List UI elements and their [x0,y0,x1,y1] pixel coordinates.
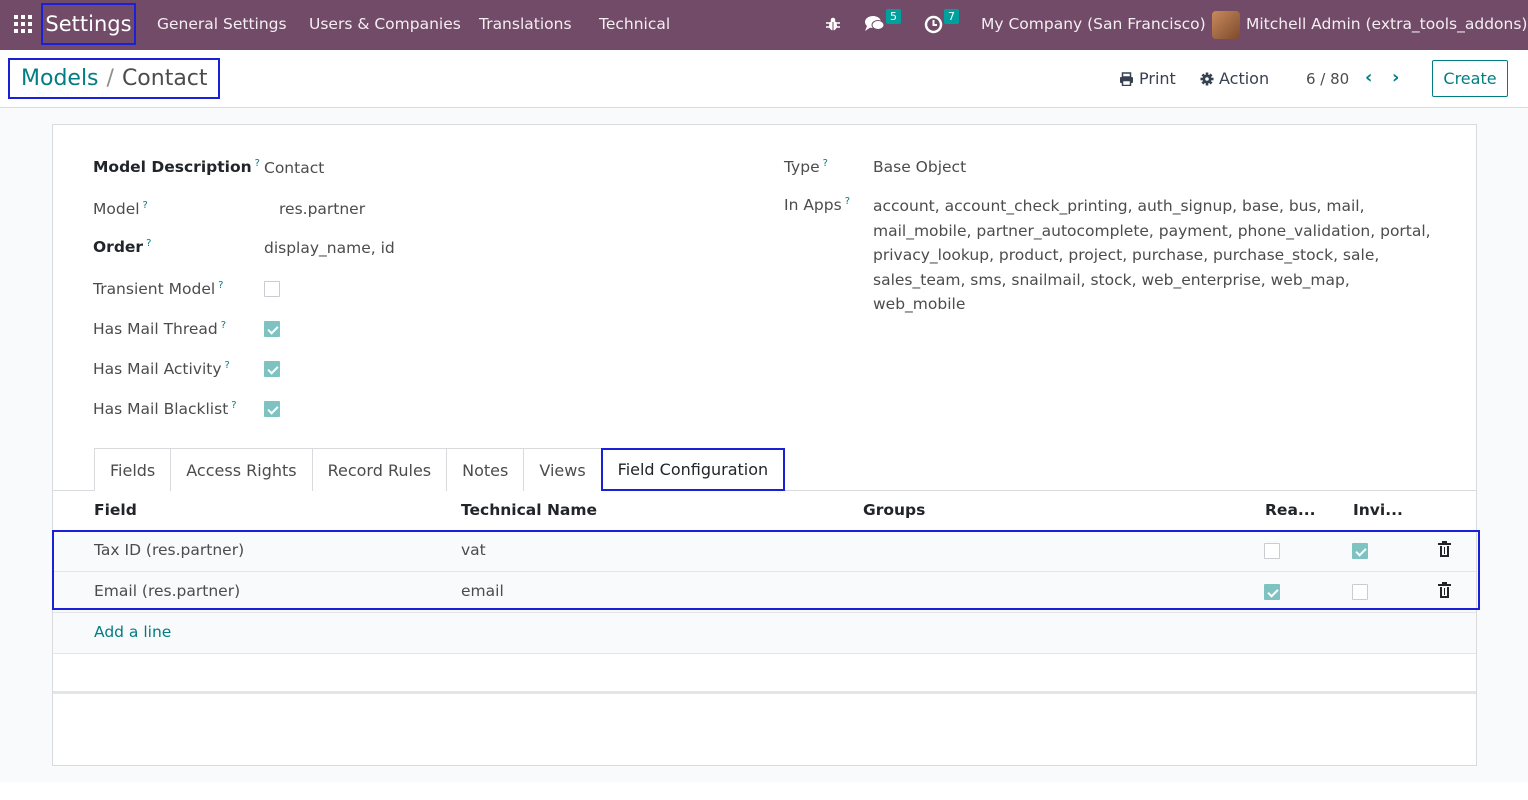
table-empty-row [53,654,1476,694]
company-switcher[interactable]: My Company (San Francisco) [981,15,1206,33]
pager-next-icon[interactable]: › [1392,67,1399,88]
action-label: Action [1219,69,1270,88]
action-button[interactable]: Action [1200,69,1269,88]
help-tooltip-icon[interactable]: ? [218,280,223,291]
help-tooltip-icon[interactable]: ? [823,158,828,169]
column-header-readonly[interactable]: Rea... [1265,501,1316,519]
menu-users-companies[interactable]: Users & Companies [309,15,461,33]
menu-translations[interactable]: Translations [479,15,572,33]
user-menu[interactable]: Mitchell Admin (extra_tools_addons) [1246,15,1527,33]
field-cell[interactable]: Email (res.partner) [94,582,240,600]
model-description-label: Model Description? [93,158,260,177]
tab-notes[interactable]: Notes [446,448,525,491]
field-cell[interactable]: Tax ID (res.partner) [94,541,244,559]
technical-name-cell[interactable]: vat [461,541,486,559]
has-mail-blacklist-checkbox[interactable] [264,401,280,417]
readonly-checkbox[interactable] [1264,584,1280,600]
tab-views[interactable]: Views [523,448,602,491]
transient-model-checkbox[interactable] [264,281,280,297]
gear-icon [1200,72,1214,85]
column-header-invisible[interactable]: Invi... [1353,501,1403,519]
help-tooltip-icon[interactable]: ? [221,320,226,331]
has-mail-activity-label: Has Mail Activity? [93,360,230,379]
type-value: Base Object [873,158,967,176]
breadcrumb-separator: / [106,66,114,91]
column-header-groups[interactable]: Groups [863,501,925,519]
has-mail-blacklist-label: Has Mail Blacklist? [93,400,237,419]
print-button[interactable]: Print [1119,69,1176,88]
table-row[interactable]: Tax ID (res.partner) vat [53,531,1476,572]
debug-bug-icon[interactable] [825,16,841,32]
help-tooltip-icon[interactable]: ? [146,238,151,249]
has-mail-activity-checkbox[interactable] [264,361,280,377]
messages-count-badge: 5 [886,9,901,24]
model-value: res.partner [279,200,366,218]
apps-menu-icon[interactable] [14,15,32,33]
create-button[interactable]: Create [1432,60,1508,97]
pager-previous-icon[interactable]: ‹ [1365,67,1372,88]
print-icon [1120,71,1133,86]
table-header: Field Technical Name Groups Rea... Invi.… [53,491,1476,531]
in-apps-label: In Apps? [784,196,850,215]
add-a-line-link[interactable]: Add a line [94,623,171,641]
control-panel: Models / Contact Print Action 6 / 80 ‹ ›… [0,50,1528,108]
tab-field-configuration[interactable]: Field Configuration [600,448,786,491]
column-header-field[interactable]: Field [94,501,137,519]
pager-value[interactable]: 6 / 80 [1306,70,1349,88]
has-mail-thread-label: Has Mail Thread? [93,320,227,339]
top-navbar: Settings General Settings Users & Compan… [0,0,1528,50]
delete-row-trash-icon[interactable] [1438,582,1451,598]
table-row[interactable]: Email (res.partner) email [53,572,1476,613]
model-label: Model? [93,200,148,219]
help-tooltip-icon[interactable]: ? [255,158,260,169]
technical-name-cell[interactable]: email [461,582,504,600]
help-tooltip-icon[interactable]: ? [845,196,850,207]
invisible-checkbox[interactable] [1352,584,1368,600]
menu-technical[interactable]: Technical [599,15,670,33]
breadcrumb: Models / Contact [8,58,220,99]
add-line-row: Add a line [53,613,1476,654]
tab-fields[interactable]: Fields [94,448,172,491]
help-tooltip-icon[interactable]: ? [225,360,230,371]
column-header-technical-name[interactable]: Technical Name [461,501,597,519]
type-label: Type? [784,158,828,177]
breadcrumb-models-link[interactable]: Models [21,66,99,91]
order-label: Order? [93,238,152,257]
order-value[interactable]: display_name, id [264,239,395,257]
breadcrumb-current: Contact [121,66,208,91]
app-brand[interactable]: Settings [41,3,136,45]
in-apps-value: account, account_check_printing, auth_si… [873,197,1431,313]
form-sheet: Model Description? Contact Model? res.pa… [52,124,1480,766]
activities-clock-icon[interactable] [924,15,943,34]
print-label: Print [1139,69,1176,88]
activities-count-badge: 7 [944,9,959,24]
invisible-checkbox[interactable] [1352,543,1368,559]
help-tooltip-icon[interactable]: ? [143,200,148,211]
tab-access-rights[interactable]: Access Rights [170,448,313,491]
transient-model-label: Transient Model? [93,280,224,299]
menu-general-settings[interactable]: General Settings [157,15,287,33]
tab-record-rules[interactable]: Record Rules [311,448,448,491]
delete-row-trash-icon[interactable] [1438,541,1451,557]
messages-icon[interactable] [864,15,886,33]
user-avatar[interactable] [1212,11,1240,39]
notebook-tabs: Fields Access Rights Record Rules Notes … [94,448,786,491]
help-tooltip-icon[interactable]: ? [231,400,236,411]
model-description-value[interactable]: Contact [264,159,324,177]
has-mail-thread-checkbox[interactable] [264,321,280,337]
readonly-checkbox[interactable] [1264,543,1280,559]
